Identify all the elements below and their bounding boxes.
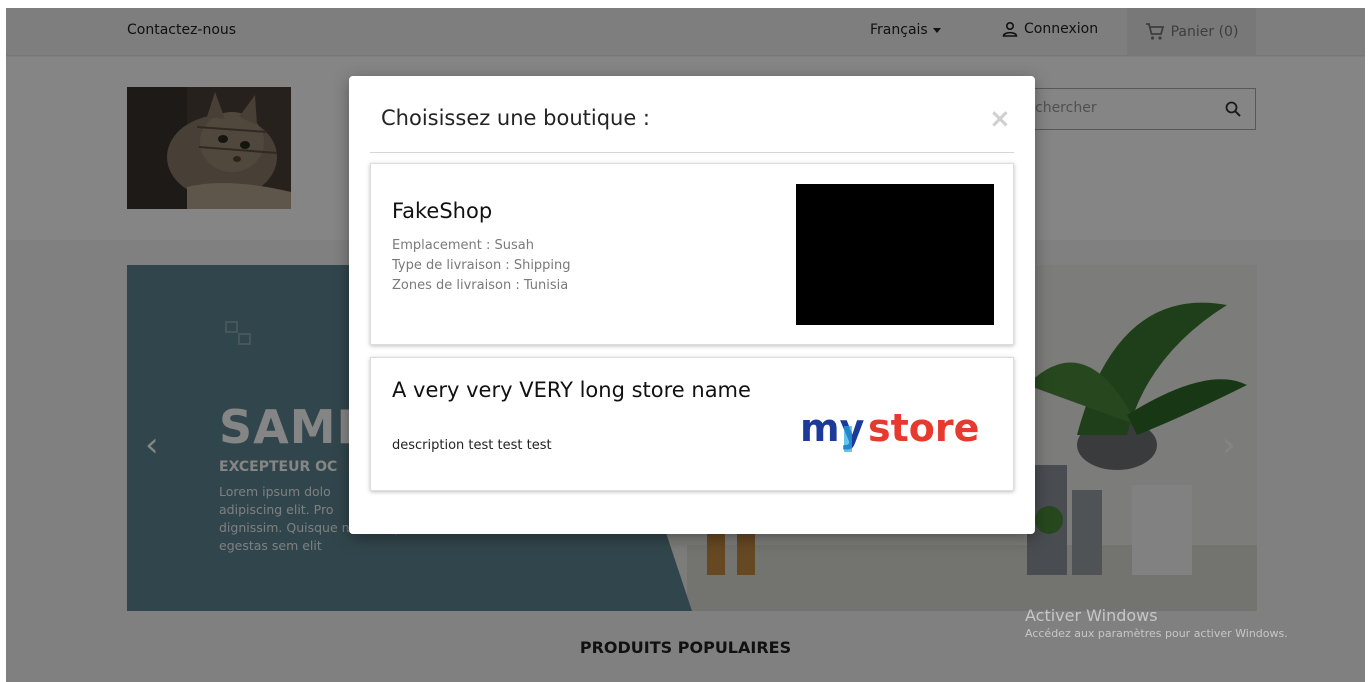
modal-title: Choisissez une boutique : xyxy=(381,106,651,130)
svg-text:my: my xyxy=(800,406,865,450)
my-store-logo: my store xyxy=(800,406,979,452)
windows-activation-watermark: Activer Windows Accédez aux paramètres p… xyxy=(1025,606,1288,640)
store-name: FakeShop xyxy=(392,199,493,223)
store-description: description test test test xyxy=(392,438,552,453)
svg-text:store: store xyxy=(868,406,979,450)
store-card-fakeshop[interactable]: FakeShop Emplacement : Susah Type de liv… xyxy=(370,163,1014,345)
page: Contactez-nous Français Connexion Panier… xyxy=(6,8,1365,682)
store-card-long-name[interactable]: A very very VERY long store name descrip… xyxy=(370,357,1014,491)
watermark-line-1: Activer Windows xyxy=(1025,606,1158,625)
store-delivery-zones: Zones de livraison : Tunisia xyxy=(392,278,569,293)
store-name: A very very VERY long store name xyxy=(392,378,751,402)
store-details: Emplacement : Susah Type de livraison : … xyxy=(392,236,571,296)
modal-divider xyxy=(370,152,1014,153)
store-selector-modal: Choisissez une boutique : × FakeShop Emp… xyxy=(349,76,1035,534)
watermark-line-2: Accédez aux paramètres pour activer Wind… xyxy=(1025,627,1288,640)
store-image xyxy=(796,184,994,325)
store-delivery-type: Type de livraison : Shipping xyxy=(392,258,571,273)
close-icon[interactable]: × xyxy=(989,104,1011,134)
store-location: Emplacement : Susah xyxy=(392,238,534,253)
